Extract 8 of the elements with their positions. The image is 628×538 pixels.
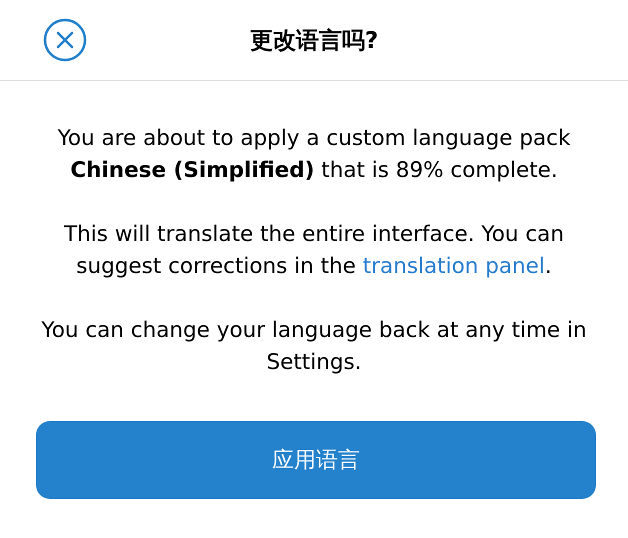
- close-button[interactable]: [43, 18, 87, 62]
- translation-link[interactable]: translation panel: [362, 254, 545, 279]
- dialog-title: 更改语言吗?: [248, 26, 380, 56]
- message-text: You are about to apply a custom language pack Chinese (Simplified) that is 89% complete.: [56, 125, 572, 185]
- message-text: This will translate the entire interface. You can suggest corrections in the translation panel.: [63, 221, 565, 281]
- close-icon: [43, 18, 87, 62]
- apply-button[interactable]: 应用语言: [36, 421, 596, 499]
- message-text: You can change your language back at any time in Settings.: [40, 317, 588, 377]
